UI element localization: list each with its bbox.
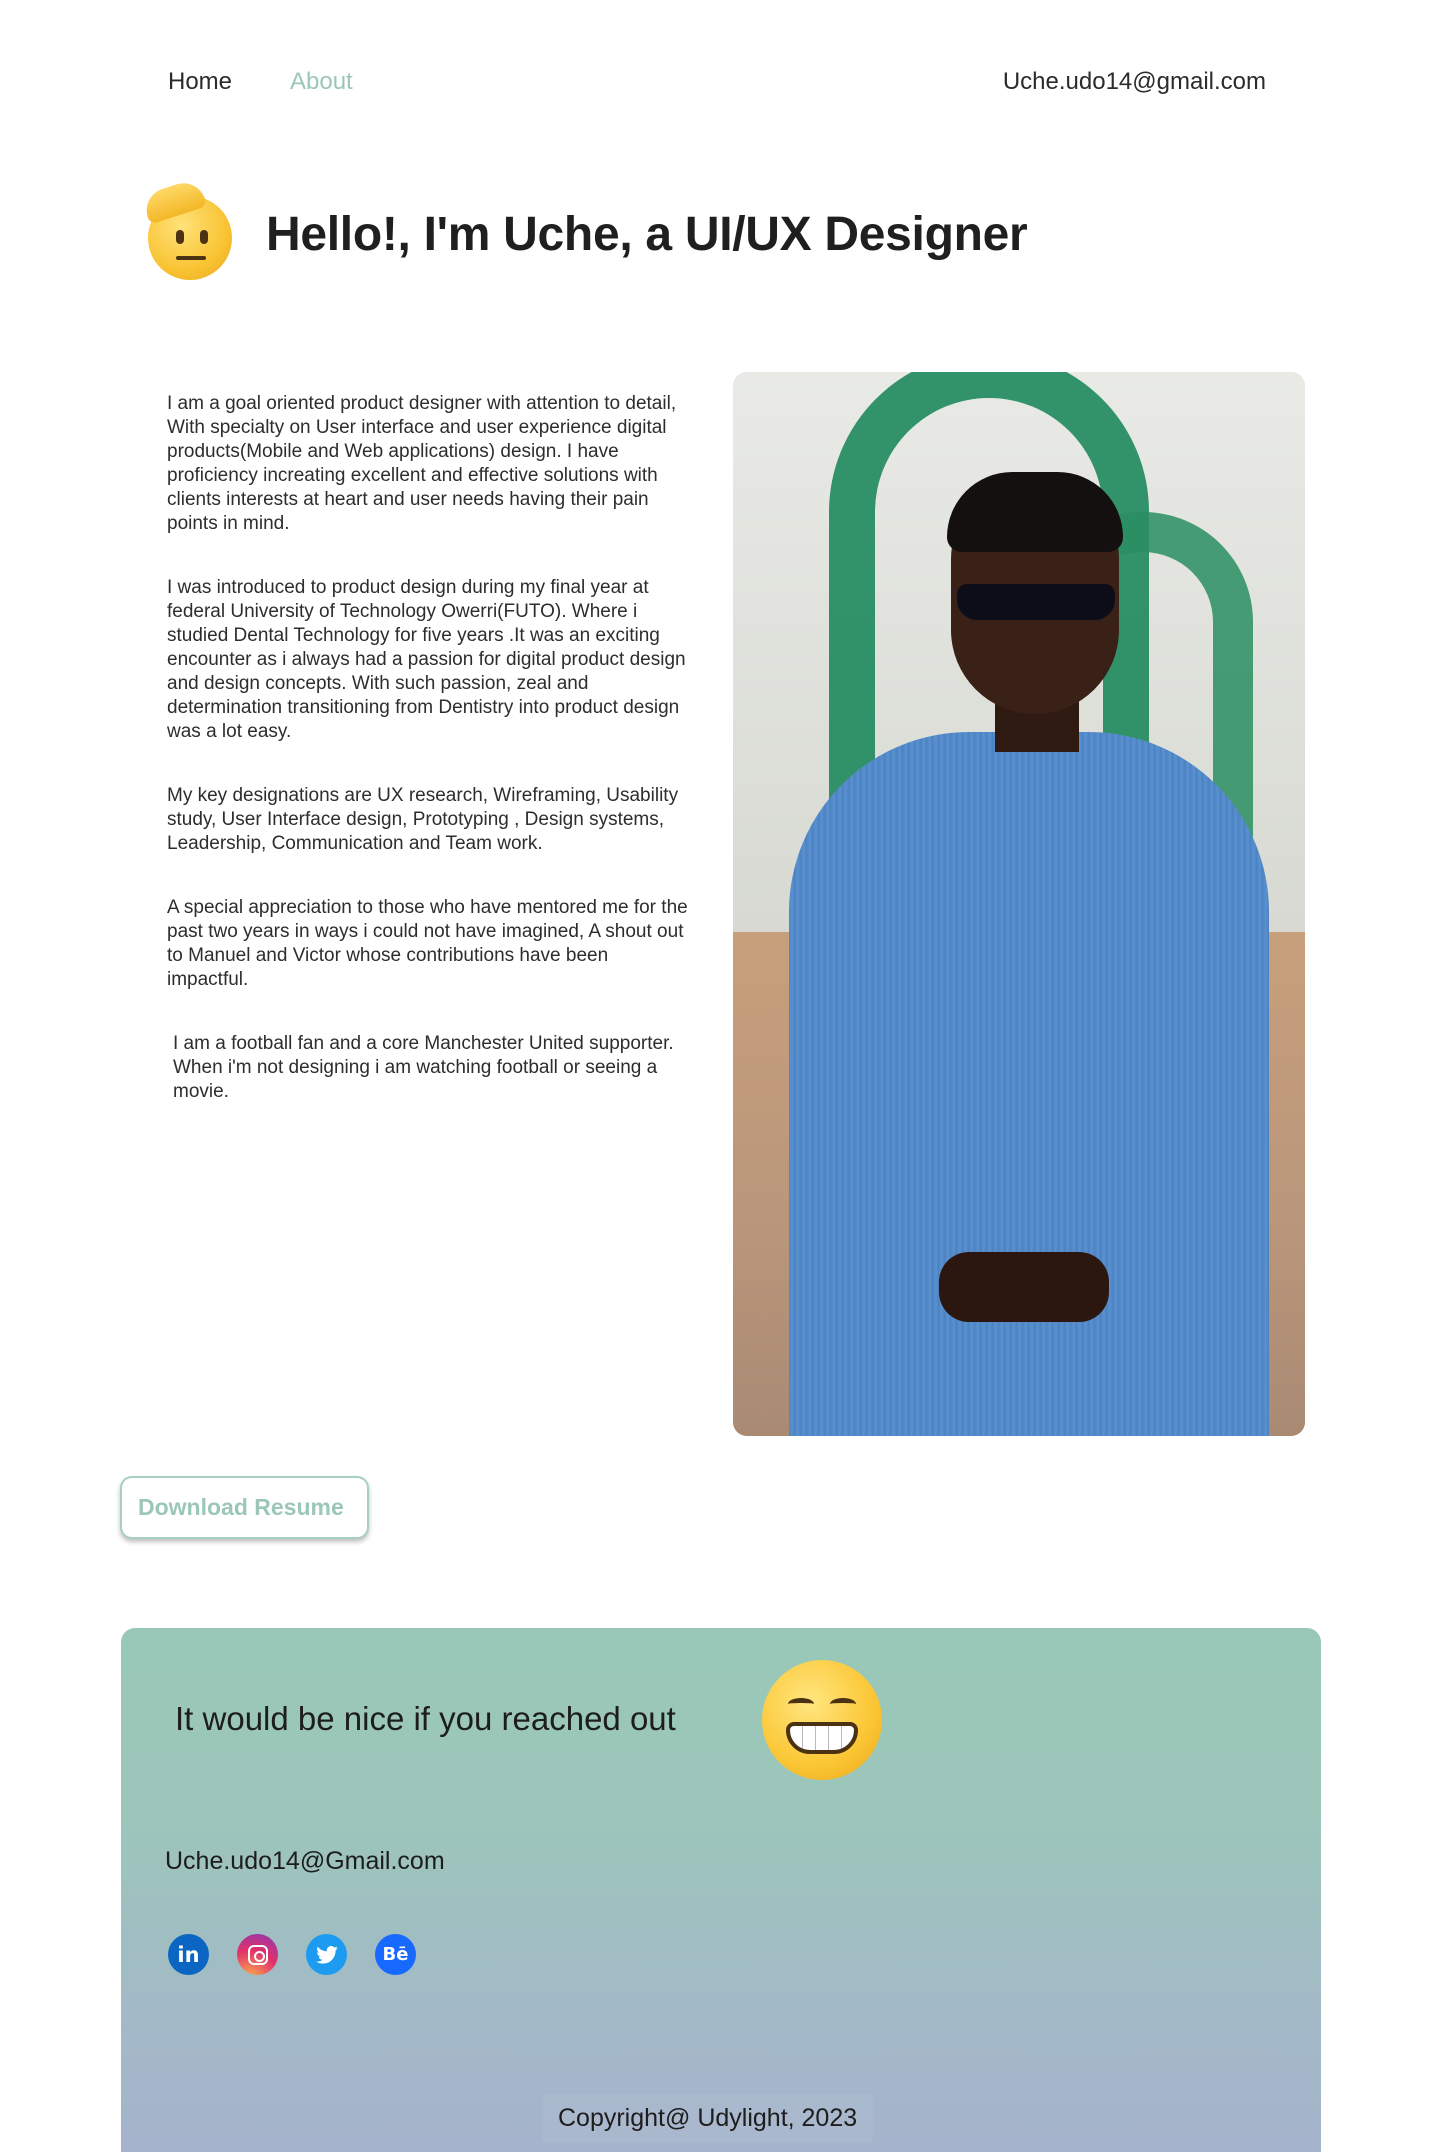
top-nav: Home About Uche.udo14@gmail.com: [0, 68, 1440, 104]
behance-icon[interactable]: Bē: [375, 1934, 416, 1975]
bio-paragraph: I am a football fan and a core Mancheste…: [173, 1033, 674, 1102]
bio-paragraph: A special appreciation to those who have…: [167, 897, 688, 990]
linkedin-icon[interactable]: in: [168, 1934, 209, 1975]
social-links: in Bē: [168, 1934, 416, 1975]
nav-about-link[interactable]: About: [290, 68, 353, 96]
bio-paragraph: My key designations are UX research, Wir…: [167, 785, 679, 854]
contact-section: It would be nice if you reached out Uche…: [121, 1628, 1321, 2152]
nav-home-link[interactable]: Home: [168, 68, 232, 96]
page-title: Hello!, I'm Uche, a UI/UX Designer: [266, 207, 1028, 261]
twitter-icon[interactable]: [306, 1934, 347, 1975]
bio-paragraph: I am a goal oriented product designer wi…: [167, 393, 677, 534]
nav-email-link[interactable]: Uche.udo14@gmail.com: [1003, 68, 1266, 96]
bio-paragraph: I was introduced to product design durin…: [167, 577, 686, 742]
hero: Hello!, I'm Uche, a UI/UX Designer: [140, 177, 1028, 282]
saluting-face-icon: [140, 177, 240, 282]
portrait-photo: [733, 372, 1305, 1436]
instagram-icon[interactable]: [237, 1934, 278, 1975]
copyright-text: Copyright@ Udylight, 2023: [542, 2094, 874, 2143]
download-resume-button[interactable]: Download Resume: [120, 1476, 369, 1539]
bio-section: I am a goal oriented product designer wi…: [167, 392, 691, 1144]
grinning-face-icon: [762, 1660, 882, 1780]
contact-email-link[interactable]: Uche.udo14@Gmail.com: [165, 1847, 445, 1876]
contact-title: It would be nice if you reached out: [175, 1700, 676, 1737]
